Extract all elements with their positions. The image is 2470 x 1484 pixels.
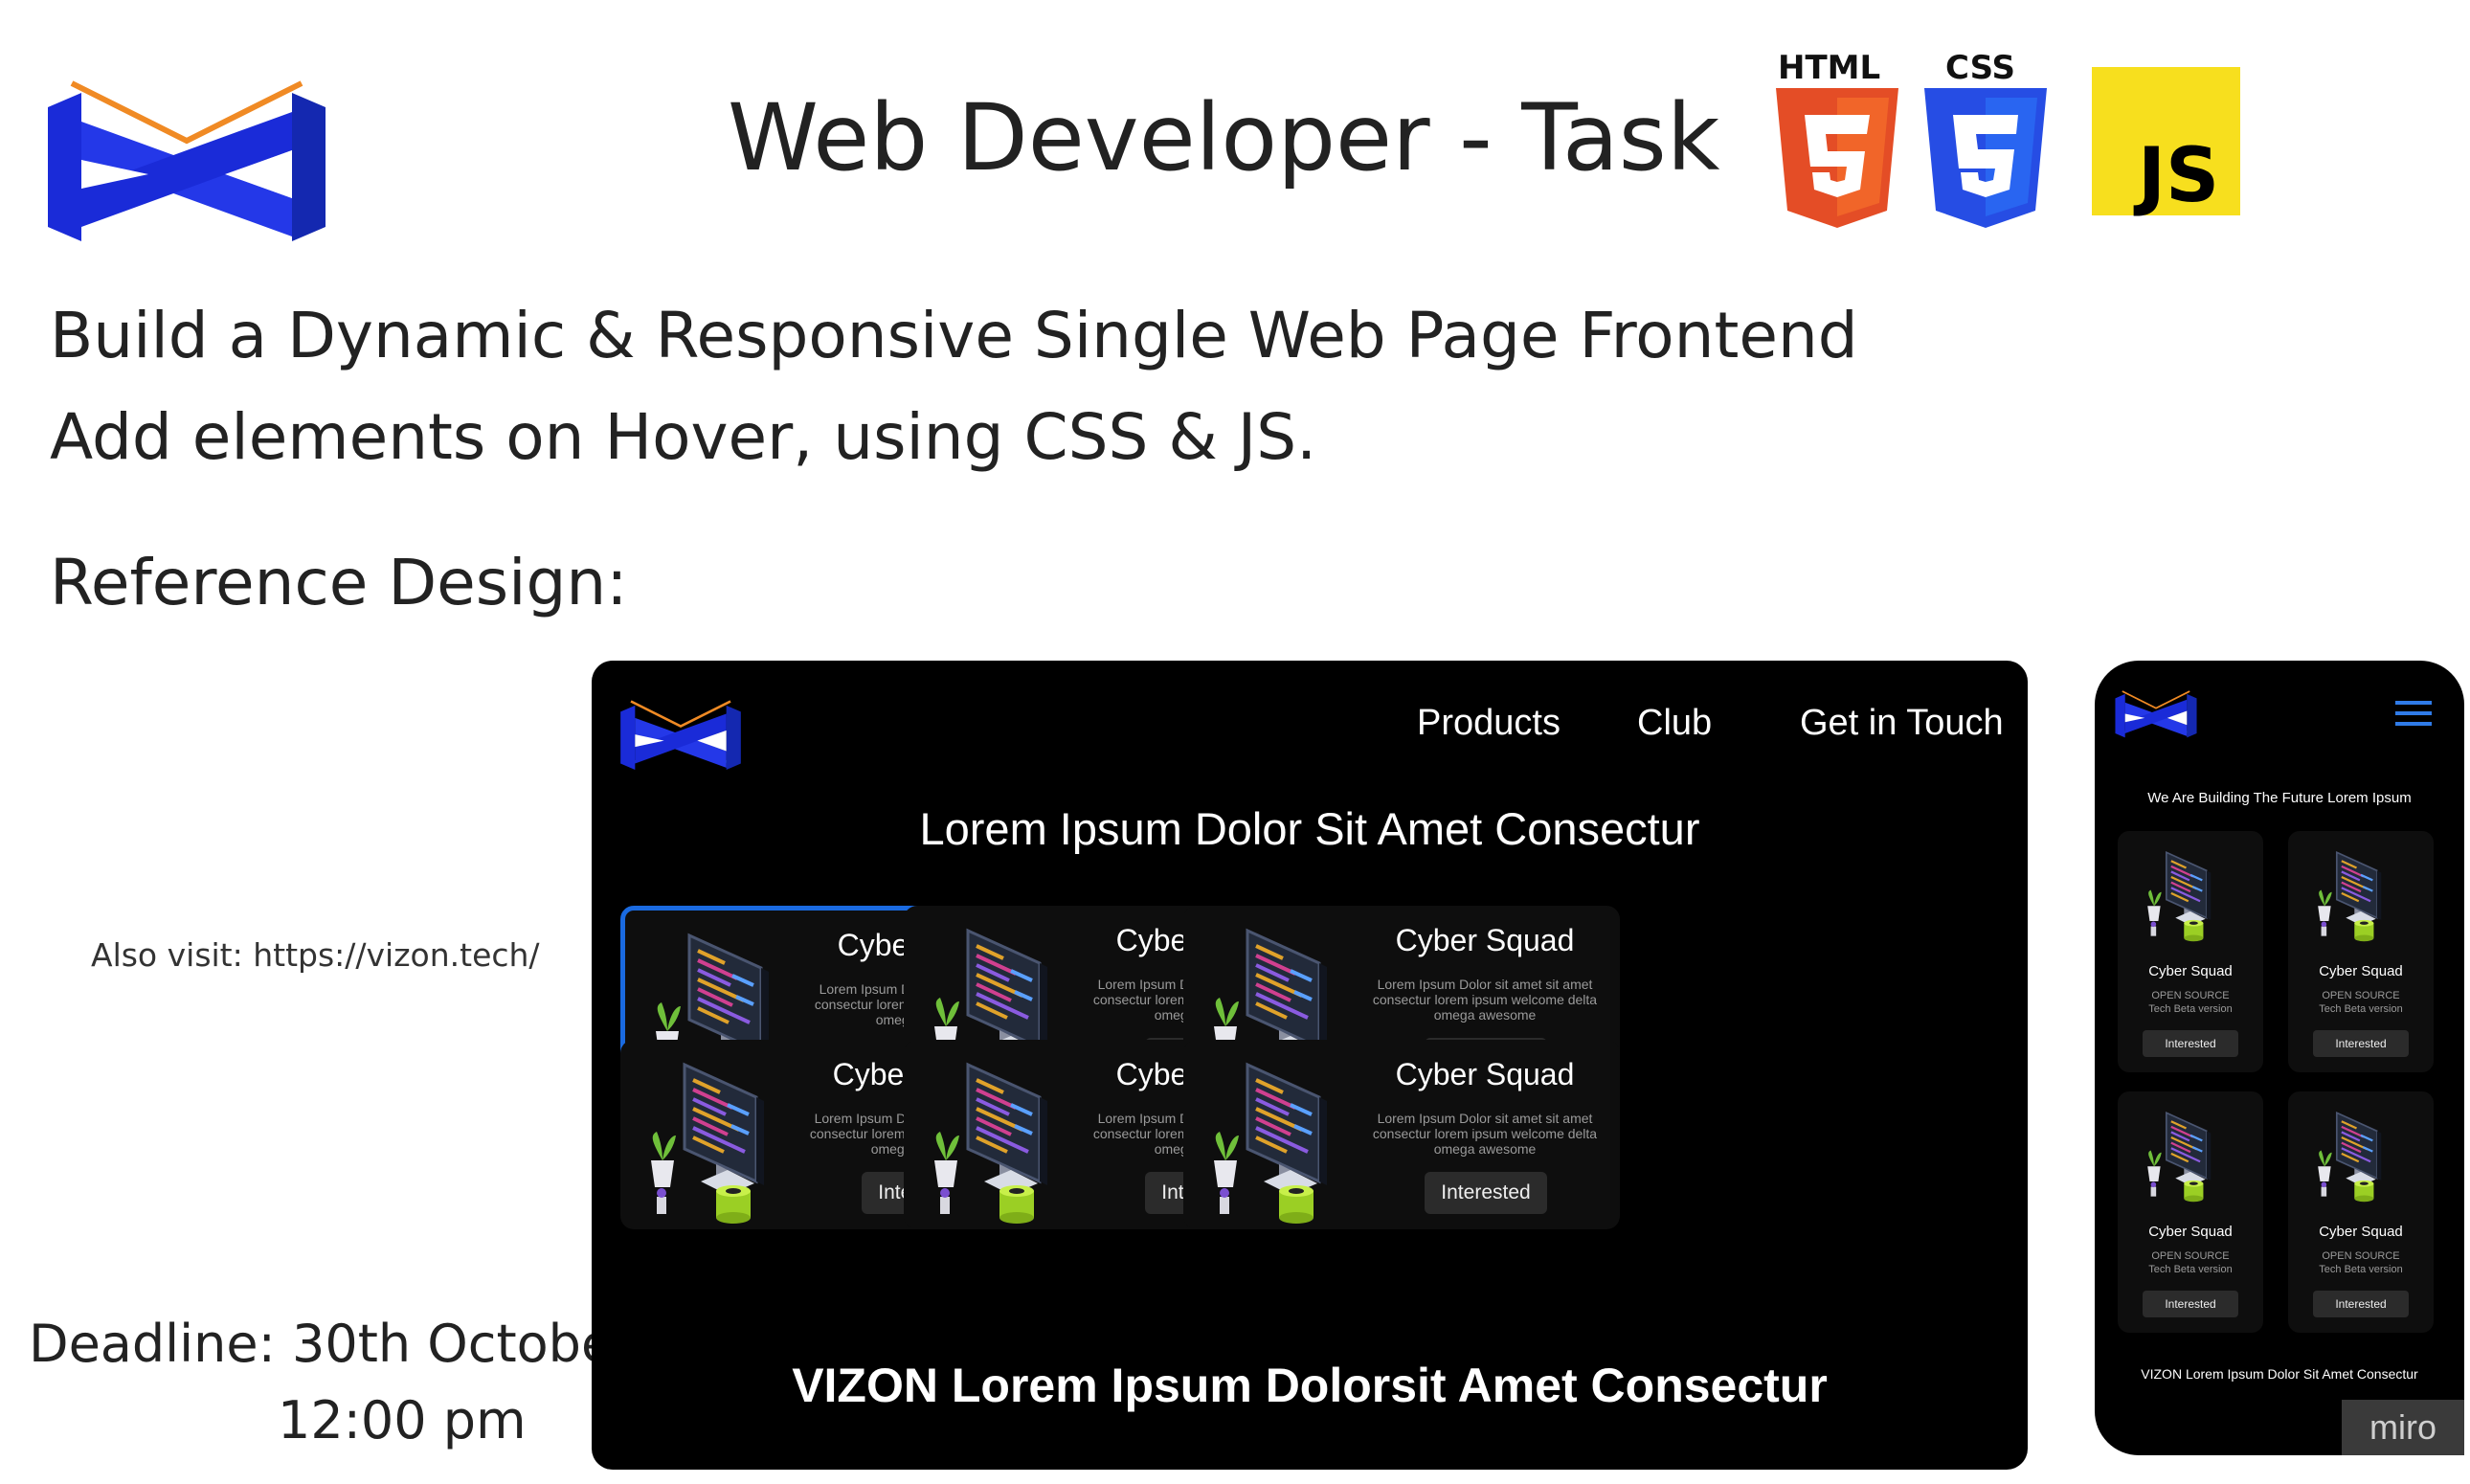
developer-illustration-icon: [2307, 1099, 2414, 1206]
developer-illustration-icon: [2137, 1099, 2244, 1206]
developer-illustration-icon: [915, 1047, 1107, 1225]
vizon-logo-icon: [43, 50, 330, 260]
nav-club[interactable]: Club: [1637, 703, 1712, 744]
desktop-headline: Lorem Ipsum Dolor Sit Amet Consectur: [919, 803, 1700, 854]
hamburger-menu-icon[interactable]: [2391, 697, 2436, 730]
vizon-logo-icon[interactable]: [618, 685, 743, 780]
card-title: Cyber Squad: [2148, 963, 2233, 979]
interested-button[interactable]: Interested: [2143, 1291, 2238, 1317]
card-title: Cyber Squad: [2319, 963, 2403, 979]
card-subtitle-line2: Tech Beta version: [2148, 1264, 2233, 1275]
javascript-icon: JS: [2092, 67, 2240, 219]
mobile-product-card[interactable]: Cyber Squad OPEN SOURCE Tech Beta version I…: [2118, 831, 2263, 1072]
mobile-headline: We Are Building The Future Lorem Ipsum: [2147, 790, 2412, 806]
mobile-mockup: We Are Building The Future Lorem Ipsum C…: [2095, 661, 2464, 1455]
card-title: Cyber Squad: [2319, 1224, 2403, 1240]
card-subtitle-line1: OPEN SOURCE: [2151, 990, 2230, 1001]
product-card[interactable]: Cyber Squad Lorem Ipsum Dolor sit amet si…: [1183, 1040, 1620, 1229]
html-label: HTML: [1778, 50, 1880, 87]
mobile-product-card[interactable]: Cyber Squad OPEN SOURCE Tech Beta version I…: [2288, 831, 2434, 1072]
css3-icon: CSS: [1924, 50, 2047, 228]
card-subtitle: OPEN SOURCE Tech Beta version: [2118, 1249, 2263, 1276]
developer-illustration-icon: [1195, 1047, 1386, 1225]
card-subtitle: OPEN SOURCE Tech Beta version: [2288, 989, 2434, 1016]
developer-illustration-icon: [2137, 839, 2244, 946]
card-subtitle-line1: OPEN SOURCE: [2151, 1250, 2230, 1262]
interested-button[interactable]: Interested: [1425, 1172, 1547, 1214]
js-label: JS: [2133, 133, 2219, 219]
mobile-product-card[interactable]: Cyber Squad OPEN SOURCE Tech Beta version I…: [2288, 1091, 2434, 1333]
task-description-line1: Build a Dynamic & Responsive Single Web …: [50, 299, 1858, 372]
card-subtitle-line1: OPEN SOURCE: [2322, 1250, 2400, 1262]
task-description-line2: Add elements on Hover, using CSS & JS.: [50, 400, 1317, 474]
html5-icon: HTML: [1776, 50, 1898, 228]
interested-button[interactable]: Interested: [2313, 1030, 2409, 1057]
mobile-footer-text: VIZON Lorem Ipsum Dolor Sit Amet Consect…: [2141, 1366, 2418, 1382]
desktop-mockup: Products Club Get in Touch Lorem Ipsum D…: [592, 661, 2028, 1470]
page-title: Web Developer - Task: [728, 84, 1720, 191]
card-subtitle-line1: OPEN SOURCE: [2322, 990, 2400, 1001]
desktop-footer-text: VIZON Lorem Ipsum Dolorsit Amet Consectu…: [792, 1359, 1828, 1412]
vizon-logo-icon[interactable]: [2114, 680, 2198, 745]
mobile-product-card[interactable]: Cyber Squad OPEN SOURCE Tech Beta version I…: [2118, 1091, 2263, 1333]
nav-get-in-touch[interactable]: Get in Touch: [1800, 703, 2004, 744]
card-subtitle: OPEN SOURCE Tech Beta version: [2288, 1249, 2434, 1276]
card-title: Cyber Squad: [2148, 1224, 2233, 1240]
interested-button[interactable]: Interested: [2143, 1030, 2238, 1057]
card-title: Cyber Squad: [1395, 923, 1575, 957]
card-subtitle: OPEN SOURCE Tech Beta version: [2118, 989, 2263, 1016]
reference-design-label: Reference Design:: [50, 546, 628, 619]
developer-illustration-icon: [2307, 839, 2414, 946]
developer-illustration-icon: [632, 1047, 823, 1225]
miro-watermark: miro: [2342, 1400, 2464, 1455]
card-description: Lorem Ipsum Dolor sit amet sit amet cons…: [1372, 977, 1598, 1023]
deadline-date: Deadline: 30th October: [29, 1314, 635, 1374]
card-subtitle-line2: Tech Beta version: [2148, 1003, 2233, 1015]
also-visit-link[interactable]: Also visit: https://vizon.tech/: [91, 936, 540, 974]
tech-logos: HTML CSS JS: [1776, 50, 2240, 228]
card-subtitle-line2: Tech Beta version: [2319, 1003, 2403, 1015]
card-subtitle-line2: Tech Beta version: [2319, 1264, 2403, 1275]
deadline-time: 12:00 pm: [278, 1390, 527, 1450]
card-title: Cyber Squad: [1395, 1057, 1575, 1091]
card-description: Lorem Ipsum Dolor sit amet sit amet cons…: [1372, 1111, 1598, 1157]
interested-button[interactable]: Interested: [2313, 1291, 2409, 1317]
css-label: CSS: [1945, 50, 2015, 87]
nav-products[interactable]: Products: [1417, 703, 1561, 744]
